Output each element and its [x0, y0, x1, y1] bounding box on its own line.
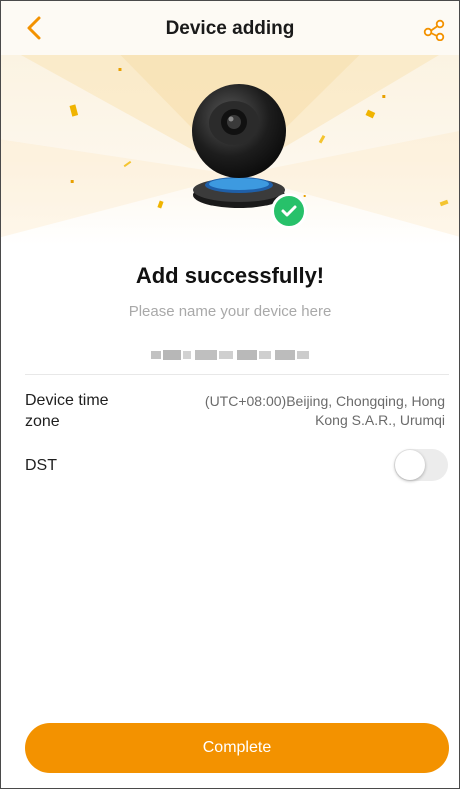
success-title: Add successfully!	[135, 263, 325, 288]
app-screen: Device adding Add successfully! Please n…	[0, 0, 460, 789]
success-check-badge	[271, 193, 307, 229]
dst-toggle-knob	[395, 450, 425, 480]
checkmark-icon	[281, 205, 297, 217]
dst-label: DST	[25, 457, 57, 474]
timezone-label-line2: zone	[25, 413, 60, 430]
timezone-value[interactable]: (UTC+08:00)Beijing, Chongqing, Hong Kong…	[145, 392, 445, 430]
device-name-blurred[interactable]	[151, 347, 311, 363]
timezone-value-line2: Kong S.A.R., Urumqi	[315, 412, 445, 428]
complete-button[interactable]: Complete	[25, 723, 449, 773]
nav-bar: Device adding	[1, 1, 459, 55]
camera-image	[192, 84, 286, 208]
timezone-label: Device time zone	[25, 390, 109, 432]
page-title: Device adding	[165, 18, 295, 39]
timezone-value-line1: (UTC+08:00)Beijing, Chongqing, Hong	[204, 393, 445, 409]
dst-toggle[interactable]	[394, 449, 448, 481]
divider	[25, 374, 449, 375]
timezone-label-line1: Device time	[25, 392, 109, 409]
share-icon[interactable]	[423, 19, 445, 41]
device-name-placeholder[interactable]: Please name your device here	[1, 303, 459, 320]
